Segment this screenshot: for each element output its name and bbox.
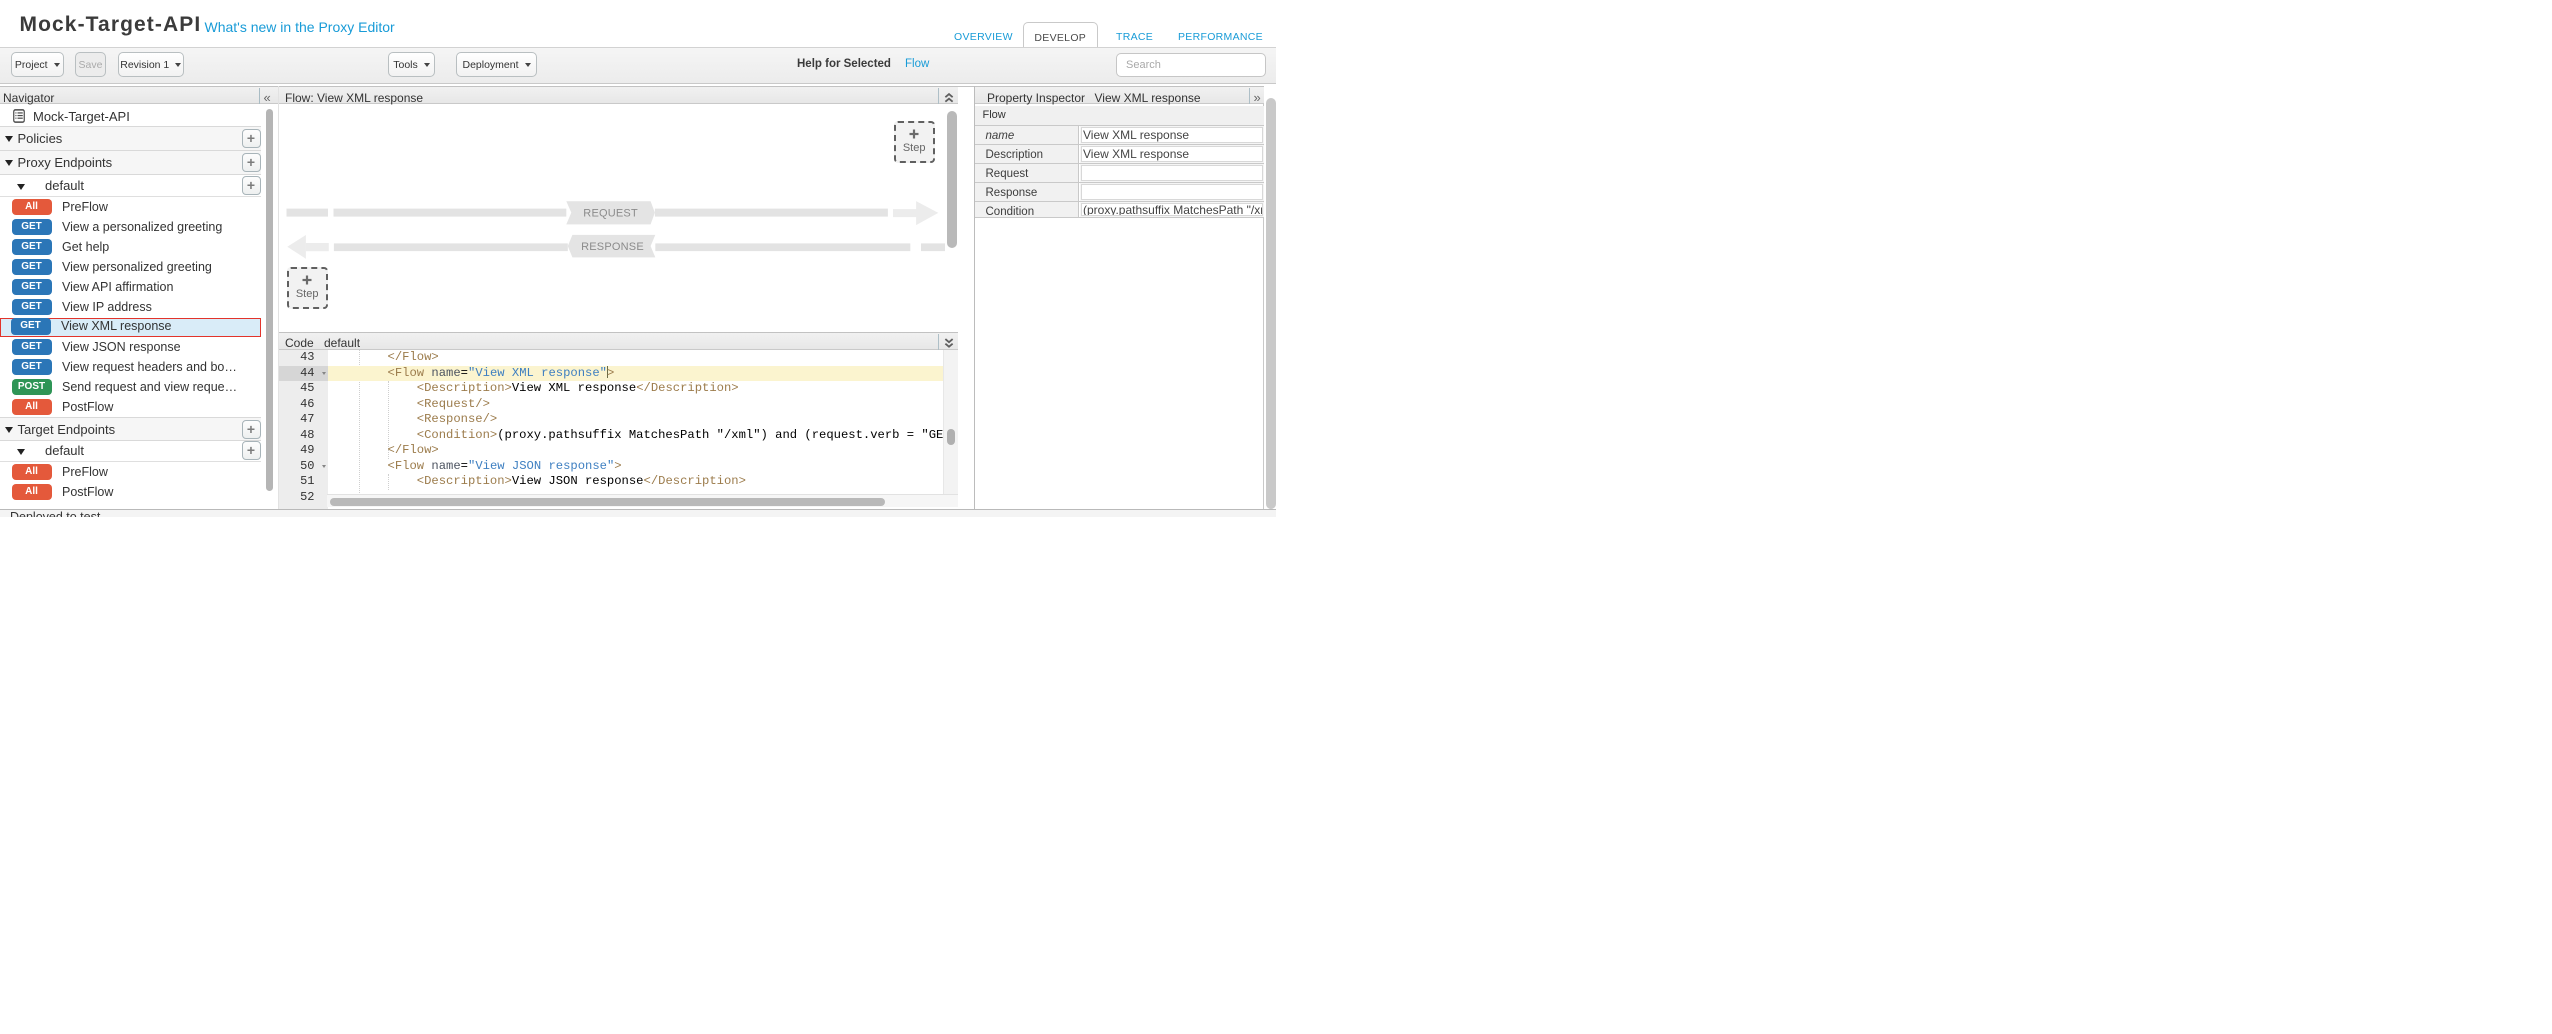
svg-text:REQUEST: REQUEST — [583, 208, 638, 220]
svg-text:RESPONSE: RESPONSE — [581, 241, 644, 253]
